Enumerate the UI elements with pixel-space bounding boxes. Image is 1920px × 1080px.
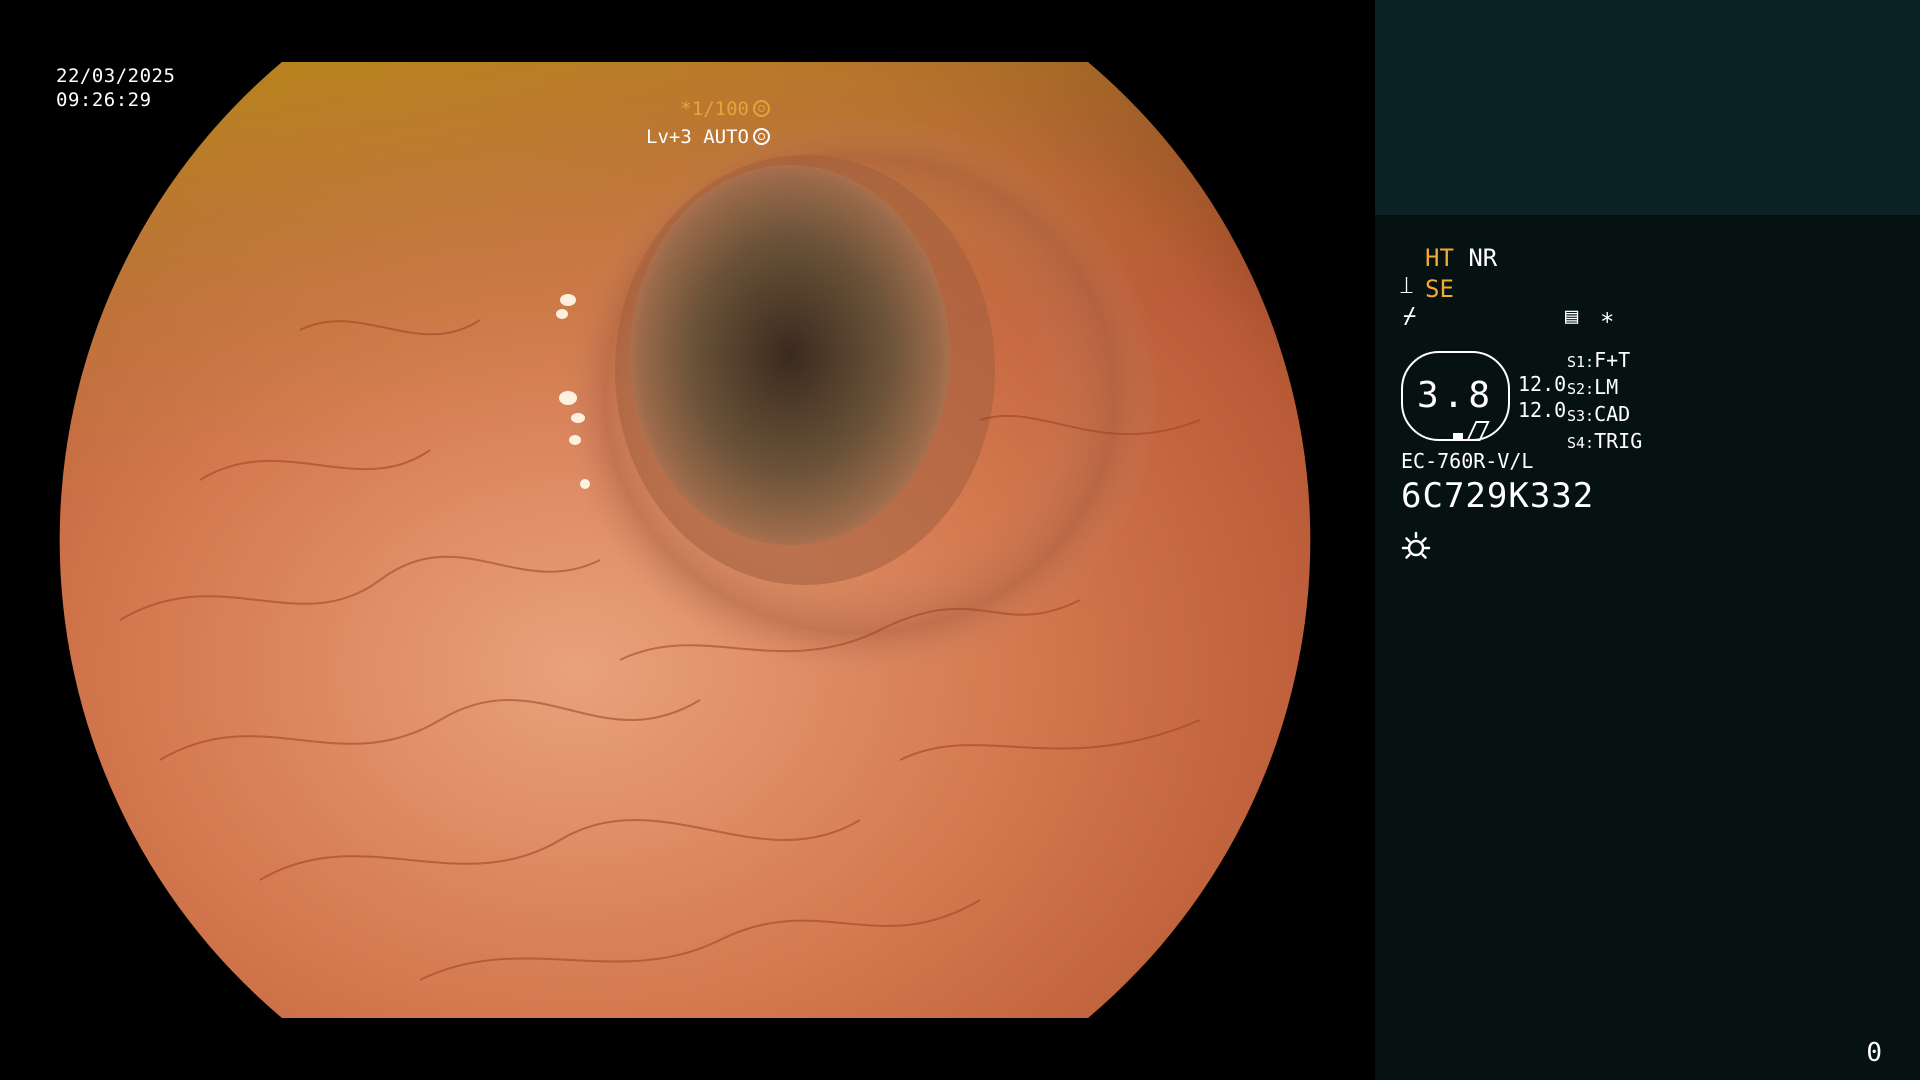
switch-item: S2:LM xyxy=(1567,375,1642,402)
date-text: 22/03/2025 xyxy=(56,65,176,87)
switch-label: TRIG xyxy=(1594,429,1643,453)
zoom-badge: 3.8 xyxy=(1401,351,1510,441)
mode-ht: HT xyxy=(1425,244,1454,272)
zoom-range-1: 12.0 xyxy=(1518,372,1567,396)
zoom-value: 3.8 xyxy=(1416,375,1495,416)
structure-enhance-icon: ⟘ xyxy=(1400,274,1414,299)
info-panel xyxy=(1375,0,1920,1080)
zoom-range-2: 12.0 xyxy=(1518,398,1567,422)
switch-item: S4:TRIG xyxy=(1567,429,1642,456)
sun-icon xyxy=(1401,531,1431,559)
switch-item: S1:F+T xyxy=(1567,348,1642,375)
switch-label: CAD xyxy=(1594,402,1631,426)
scope-switch-list: S1:F+T S2:LM S3:CAD S4:TRIG xyxy=(1567,348,1642,456)
switch-item: S3:CAD xyxy=(1567,402,1642,429)
mode-row-se: SE xyxy=(1425,275,1454,303)
mode-nr: NR xyxy=(1468,244,1498,272)
panel-header-area xyxy=(1375,0,1920,215)
record-icon: ▤ xyxy=(1565,304,1579,329)
exposure-readout: *1/100 xyxy=(680,98,770,120)
frame-counter: 0 xyxy=(1866,1038,1882,1068)
mode-se: SE xyxy=(1425,275,1454,303)
serial-number: 6C729K332 xyxy=(1401,476,1595,516)
shutter-icon xyxy=(753,100,770,117)
time-text: 09:26:29 xyxy=(56,89,152,111)
exposure-text: *1/100 xyxy=(680,98,749,120)
freeze-icon: ⌿ xyxy=(1403,304,1417,329)
level-text: Lv+3 AUTO xyxy=(646,126,749,148)
endoscope-view: 22/03/2025 09:26:29 *1/100 Lv+3 AUTO xyxy=(0,0,1375,1080)
switch-label: F+T xyxy=(1594,348,1631,372)
switch-key: S4: xyxy=(1567,434,1595,452)
switch-label: LM xyxy=(1594,375,1619,399)
scope-model: EC-760R-V/L xyxy=(1401,449,1534,473)
datetime-readout: 22/03/2025 09:26:29 xyxy=(56,64,175,112)
asterisk-indicator: * xyxy=(1600,308,1615,336)
mode-row-ht-nr: HT NR xyxy=(1425,244,1497,272)
brightness-level-readout: Lv+3 AUTO xyxy=(646,126,770,148)
switch-key: S1: xyxy=(1567,353,1595,371)
switch-key: S3: xyxy=(1567,407,1595,425)
endoscopic-image xyxy=(59,62,1311,1018)
zoom-indicator-mark xyxy=(1453,433,1463,440)
zoom-tab-mark xyxy=(1466,421,1490,441)
switch-key: S2: xyxy=(1567,380,1595,398)
iris-icon xyxy=(753,128,770,145)
